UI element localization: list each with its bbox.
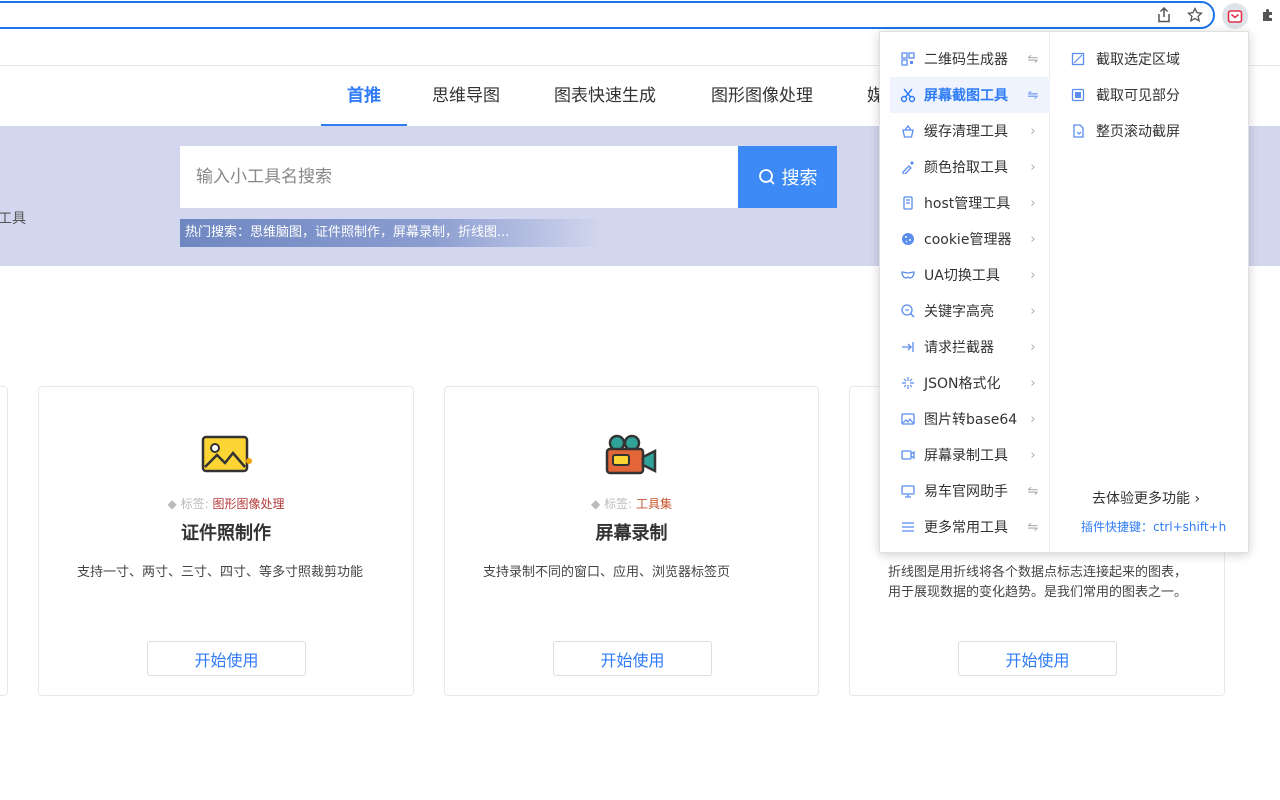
record-icon (900, 447, 916, 463)
menu-item-ua-switcher[interactable]: UA切换工具 › (890, 257, 1050, 293)
submenu-capture-full-page[interactable]: 整页滚动截屏 (1070, 113, 1180, 149)
chevron-right-icon: › (1030, 303, 1036, 319)
swap-arrow-icon: ⇋ (1027, 519, 1039, 535)
tool-menu: 二维码生成器 ⇋ 屏幕截图工具 ⇋ 缓存清理工具 › 颜色拾取工具 › host… (880, 32, 1050, 554)
chevron-right-icon: › (1030, 447, 1036, 463)
swap-arrow-icon: ⇋ (1027, 483, 1039, 499)
submenu-capture-selection[interactable]: 截取选定区域 (1070, 41, 1180, 77)
menu-item-cookie-manager[interactable]: cookie管理器 › (890, 221, 1050, 257)
chevron-right-icon: › (1030, 195, 1036, 211)
search-input[interactable] (180, 146, 738, 208)
menu-item-yiche-helper[interactable]: 易车官网助手 ⇋ (890, 473, 1050, 509)
cookie-icon (900, 231, 916, 247)
basket-icon (900, 123, 916, 139)
submenu-capture-visible[interactable]: 截取可见部分 (1070, 77, 1180, 113)
menu-lines-icon (900, 519, 916, 535)
chevron-right-icon: › (1030, 231, 1036, 247)
tool-card[interactable]: ◆ 标签: 图形图像处理 证件照制作 支持一寸、两寸、三寸、四寸、等多寸照裁剪功… (38, 386, 414, 696)
start-button[interactable]: 开始使用 (147, 641, 306, 676)
shortcut-hint: 插件快捷键：ctrl+shift+h (1081, 520, 1227, 534)
sparkle-icon (900, 375, 916, 391)
menu-item-more-tools[interactable]: 更多常用工具 ⇋ (890, 509, 1050, 545)
menu-item-qrcode[interactable]: 二维码生成器 ⇋ (890, 41, 1050, 77)
bookmark-star-icon[interactable] (1183, 4, 1207, 26)
chevron-right-icon: › (1030, 267, 1036, 283)
tool-card[interactable]: ◆ 标签: 工具集 屏幕录制 支持录制不同的窗口、应用、浏览器标签页 开始使用 (444, 386, 819, 696)
menu-item-json-formatter[interactable]: JSON格式化 › (890, 365, 1050, 401)
menu-item-screen-recorder[interactable]: 屏幕录制工具 › (890, 437, 1050, 473)
card-tag: ◆ 标签: 图形图像处理 (167, 497, 285, 511)
image-icon (199, 433, 259, 479)
start-button[interactable]: 开始使用 (553, 641, 712, 676)
tab-mind-map[interactable]: 思维导图 (432, 66, 500, 126)
card-description: 支持一寸、两寸、三寸、四寸、等多寸照裁剪功能 (77, 565, 364, 580)
extension-popup: 二维码生成器 ⇋ 屏幕截图工具 ⇋ 缓存清理工具 › 颜色拾取工具 › host… (879, 31, 1249, 554)
card-description: 支持录制不同的窗口、应用、浏览器标签页 (483, 565, 731, 580)
tab-recommended[interactable]: 首推 (347, 66, 381, 126)
menu-item-image-to-base64[interactable]: 图片转base64 › (890, 401, 1050, 437)
chevron-right-icon: › (1030, 339, 1036, 355)
tab-chart-generator[interactable]: 图表快速生成 (554, 66, 656, 126)
search-button-label: 搜索 (781, 168, 818, 189)
card-title[interactable]: 屏幕录制 (445, 519, 818, 545)
picture-icon (900, 411, 916, 427)
menu-item-cache-cleaner[interactable]: 缓存清理工具 › (890, 113, 1050, 149)
menu-item-host-manager[interactable]: host管理工具 › (890, 185, 1050, 221)
swap-arrow-icon: ⇋ (1027, 87, 1039, 103)
mask-icon (900, 267, 916, 283)
card-partial-left (0, 386, 8, 696)
intercept-icon (900, 339, 916, 355)
video-camera-icon (603, 433, 663, 479)
tag-icon: ◆ (167, 497, 177, 511)
chevron-right-icon: › (1030, 375, 1036, 391)
highlight-icon (900, 303, 916, 319)
chevron-right-icon: › (1030, 159, 1036, 175)
menu-item-keyword-highlight[interactable]: 关键字高亮 › (890, 293, 1050, 329)
puzzle-icon[interactable] (1256, 4, 1280, 26)
qrcode-icon (900, 51, 916, 67)
tab-image-processing[interactable]: 图形图像处理 (711, 66, 813, 126)
eyedropper-icon (900, 159, 916, 175)
menu-item-request-interceptor[interactable]: 请求拦截器 › (890, 329, 1050, 365)
search-icon (758, 168, 776, 186)
server-icon (900, 195, 916, 211)
extension-icon[interactable] (1222, 3, 1248, 29)
card-description: 折线图是用折线将各个数据点标志连接起来的图表，用于展现数据的变化趋势。是我们常用… (888, 565, 1188, 600)
visible-capture-icon (1070, 87, 1086, 103)
address-bar[interactable] (0, 1, 1215, 29)
chevron-right-icon: › (1030, 123, 1036, 139)
crop-icon (1070, 51, 1086, 67)
swap-arrow-icon: ⇋ (1027, 51, 1039, 67)
chevron-right-icon: › (1030, 411, 1036, 427)
hot-search-bar[interactable]: 热门搜索：思维脑图，证件照制作，屏幕录制，折线图... (180, 219, 600, 247)
scissors-icon (900, 87, 916, 103)
monitor-icon (900, 483, 916, 499)
hero-left-text: 工具 (0, 211, 26, 227)
start-button[interactable]: 开始使用 (958, 641, 1117, 676)
more-features-link[interactable]: 去体验更多功能 › (1092, 488, 1200, 508)
tag-icon: ◆ (591, 497, 601, 511)
share-icon[interactable] (1152, 4, 1176, 26)
search-button[interactable]: 搜索 (738, 146, 837, 208)
menu-item-color-picker[interactable]: 颜色拾取工具 › (890, 149, 1050, 185)
card-tag: ◆ 标签: 工具集 (591, 497, 672, 511)
card-title[interactable]: 证件照制作 (39, 519, 413, 545)
page-scroll-icon (1070, 123, 1086, 139)
menu-item-screenshot[interactable]: 屏幕截图工具 ⇋ (890, 77, 1050, 113)
